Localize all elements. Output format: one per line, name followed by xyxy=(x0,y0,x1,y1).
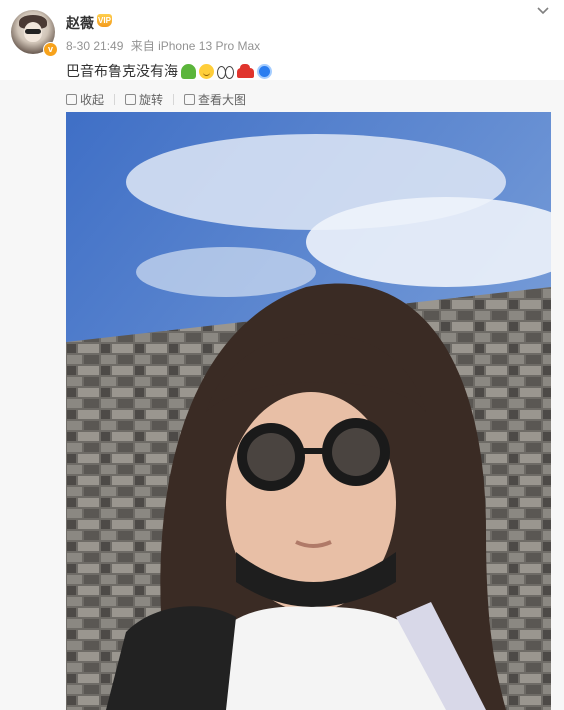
post-text: 巴音布鲁克没有海 xyxy=(66,63,178,79)
red-car-emoji-icon xyxy=(237,64,254,78)
collapse-label: 收起 xyxy=(80,92,105,107)
divider xyxy=(173,93,175,105)
selfie-image xyxy=(66,112,551,710)
post-photo[interactable] xyxy=(66,112,551,710)
chevron-down-icon[interactable] xyxy=(536,4,550,21)
verified-badge-icon: v xyxy=(43,42,58,57)
divider xyxy=(114,93,116,105)
post-time[interactable]: 8-30 21:49 xyxy=(66,39,123,53)
post-source: 来自 iPhone 13 Pro Max xyxy=(130,39,261,53)
post-meta: 8-30 21:49 来自 iPhone 13 Pro Max xyxy=(66,37,264,54)
blue-stone-emoji-icon xyxy=(257,63,272,79)
collapse-button[interactable]: 收起 xyxy=(66,91,104,108)
rotate-icon xyxy=(125,93,137,105)
collapse-icon xyxy=(66,93,77,105)
username[interactable]: 赵薇 xyxy=(66,13,94,33)
rotate-button[interactable]: 旋转 xyxy=(125,91,163,108)
media-toolbar: 收起 旋转 查看大图 xyxy=(66,90,246,108)
view-large-label: 查看大图 xyxy=(198,92,247,107)
smile-emoji-icon xyxy=(199,63,214,79)
eyes-emoji-icon xyxy=(217,64,234,79)
member-crown-icon[interactable]: VIP xyxy=(97,14,112,27)
post-content: 巴音布鲁克没有海 xyxy=(66,61,272,81)
post-header: v 赵薇 VIP 8-30 21:49 来自 iPhone 13 Pro Max… xyxy=(0,0,564,80)
view-large-button[interactable]: 查看大图 xyxy=(184,91,246,108)
view-large-icon xyxy=(184,93,196,105)
rotate-label: 旋转 xyxy=(139,92,164,107)
avatar-glasses xyxy=(25,29,41,34)
green-figure-emoji-icon xyxy=(181,63,196,79)
